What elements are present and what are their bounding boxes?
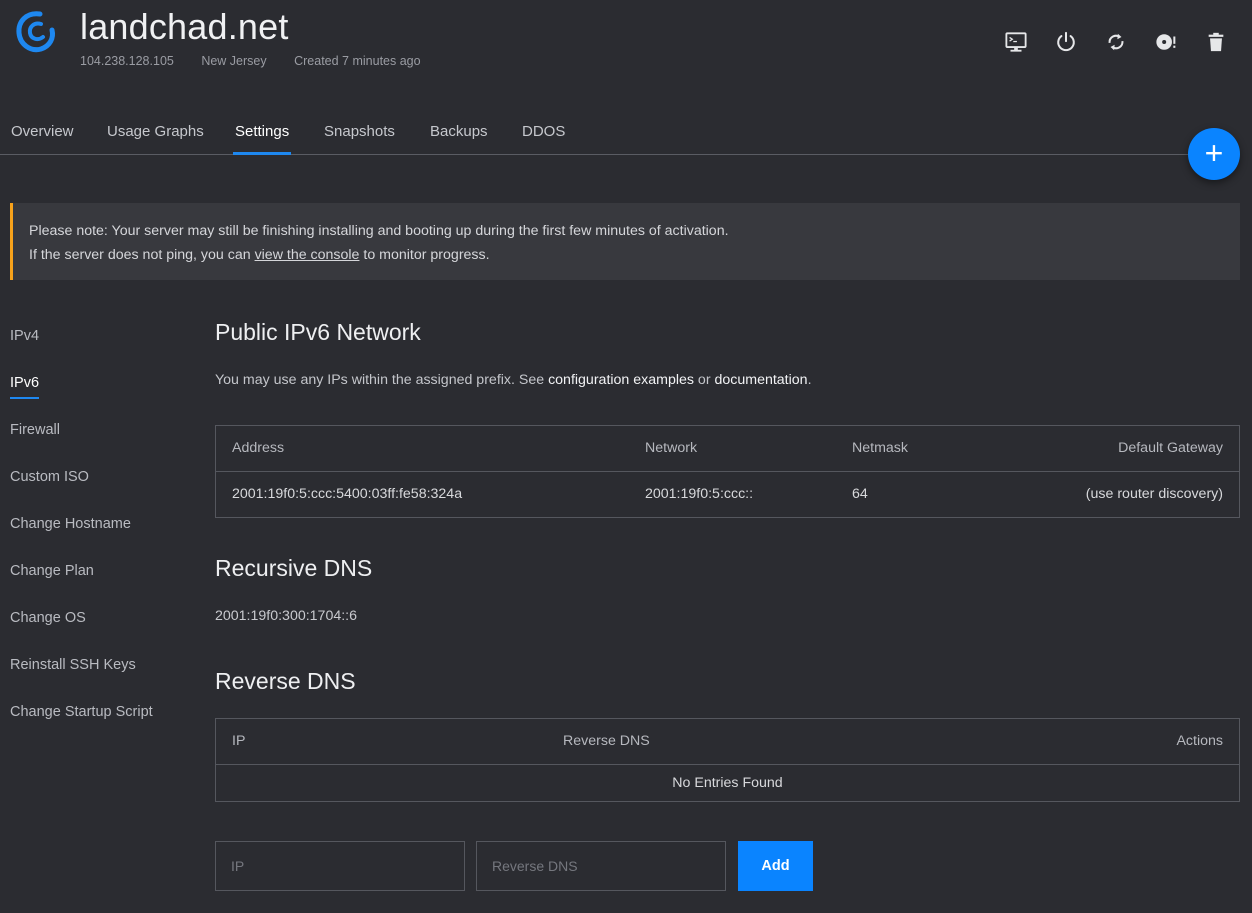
- tab-bar: Overview Usage Graphs Settings Snapshots…: [0, 112, 1240, 155]
- ipv6-address: 2001:19f0:5:ccc:5400:03ff:fe58:324a: [232, 486, 463, 502]
- trash-icon: [1208, 32, 1224, 52]
- empty-state: No Entries Found: [672, 775, 783, 791]
- sidenav-ipv4[interactable]: IPv4: [10, 328, 39, 344]
- ipv6-heading: Public IPv6 Network: [215, 319, 421, 345]
- sidenav-change-startup-script[interactable]: Change Startup Script: [10, 704, 153, 720]
- iso-button[interactable]: [1154, 30, 1178, 54]
- notice-text: to monitor progress.: [359, 247, 490, 263]
- view-console-link[interactable]: view the console: [255, 247, 360, 263]
- tab-backups[interactable]: Backups: [430, 123, 488, 140]
- ipv6-description: You may use any IPs within the assigned …: [215, 372, 812, 388]
- col-actions: Actions: [1176, 733, 1223, 749]
- tab-snapshots[interactable]: Snapshots: [324, 123, 395, 140]
- table-row: 2001:19f0:5:ccc:5400:03ff:fe58:324a 2001…: [216, 472, 1239, 517]
- recursive-dns-value: 2001:19f0:300:1704::6: [215, 608, 358, 624]
- configuration-examples-link[interactable]: configuration examples: [548, 372, 694, 388]
- table-header-row: IP Reverse DNS Actions: [216, 719, 1239, 765]
- col-network: Network: [645, 440, 698, 456]
- col-ip: IP: [232, 733, 246, 749]
- reverse-dns-table: IP Reverse DNS Actions No Entries Found: [215, 718, 1240, 802]
- server-title: landchad.net: [80, 6, 289, 47]
- sidenav-change-hostname[interactable]: Change Hostname: [10, 516, 131, 532]
- recursive-dns-heading: Recursive DNS: [215, 555, 373, 581]
- sidenav-change-os[interactable]: Change OS: [10, 610, 86, 626]
- tab-ddos[interactable]: DDOS: [522, 123, 565, 140]
- iso-disc-icon: [1156, 34, 1176, 50]
- ipv6-netmask: 64: [852, 486, 868, 502]
- col-netmask: Netmask: [852, 440, 908, 456]
- col-default-gateway: Default Gateway: [1118, 440, 1223, 456]
- sidenav-custom-iso[interactable]: Custom ISO: [10, 469, 89, 485]
- notice-line-2: If the server does not ping, you can vie…: [29, 243, 1240, 267]
- col-address: Address: [232, 440, 285, 456]
- restart-icon: [1108, 33, 1124, 51]
- sidenav-reinstall-ssh-keys[interactable]: Reinstall SSH Keys: [10, 657, 136, 673]
- ipv6-network: 2001:19f0:5:ccc::: [645, 486, 754, 502]
- table-row: No Entries Found: [216, 765, 1239, 801]
- desc-text: .: [807, 372, 812, 388]
- server-location: New Jersey: [201, 54, 267, 68]
- add-reverse-dns-button[interactable]: Add: [738, 841, 813, 891]
- tab-usage-graphs[interactable]: Usage Graphs: [107, 123, 204, 140]
- desc-text: You may use any IPs within the assigned …: [215, 372, 549, 388]
- desc-text: or: [693, 372, 715, 388]
- power-icon: [1057, 31, 1075, 52]
- ipv6-table: Address Network Netmask Default Gateway …: [215, 425, 1240, 518]
- destroy-button[interactable]: [1204, 30, 1228, 54]
- sidenav-change-plan[interactable]: Change Plan: [10, 563, 94, 579]
- ip-input[interactable]: [215, 841, 465, 891]
- tab-overview[interactable]: Overview: [11, 123, 74, 140]
- server-created: Created 7 minutes ago: [294, 54, 421, 68]
- col-reverse-dns: Reverse DNS: [563, 733, 650, 749]
- notice-line-1: Please note: Your server may still be fi…: [29, 223, 729, 239]
- add-server-button[interactable]: +: [1188, 128, 1240, 180]
- console-button[interactable]: [1004, 30, 1028, 54]
- console-icon: [1005, 32, 1027, 52]
- notice-text: If the server does not ping, you can: [29, 247, 255, 263]
- active-sidenav-indicator: [10, 397, 39, 399]
- tab-settings[interactable]: Settings: [235, 123, 289, 140]
- activation-notice: Please note: Your server may still be fi…: [10, 203, 1240, 280]
- reverse-dns-heading: Reverse DNS: [215, 668, 356, 694]
- power-button[interactable]: [1054, 30, 1078, 54]
- server-meta: 104.238.128.105 New Jersey Created 7 min…: [80, 54, 445, 68]
- active-tab-indicator: [233, 152, 291, 155]
- table-header-row: Address Network Netmask Default Gateway: [216, 426, 1239, 472]
- restart-button[interactable]: [1104, 30, 1128, 54]
- server-os-logo-icon: [16, 11, 55, 53]
- server-ip: 104.238.128.105: [80, 54, 174, 68]
- sidenav-ipv6[interactable]: IPv6: [10, 375, 39, 391]
- reverse-dns-input[interactable]: [476, 841, 726, 891]
- ipv6-gateway: (use router discovery): [1085, 486, 1223, 502]
- header-actions: [1004, 30, 1228, 54]
- documentation-link[interactable]: documentation: [714, 372, 807, 388]
- sidenav-firewall[interactable]: Firewall: [10, 422, 60, 438]
